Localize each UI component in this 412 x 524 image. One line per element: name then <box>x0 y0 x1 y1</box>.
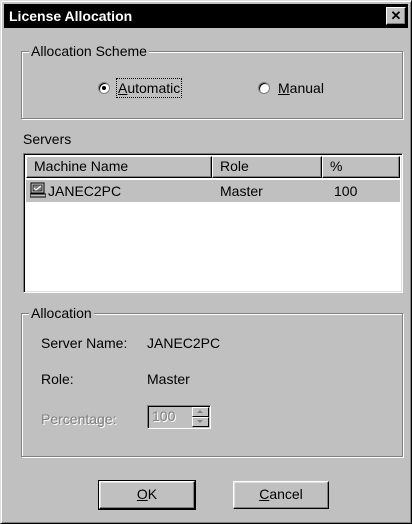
column-header-percent[interactable]: % <box>322 156 400 178</box>
servers-list-header: Machine Name Role % <box>26 156 400 178</box>
allocation-scheme-group: Allocation Scheme Automatic Manual <box>21 43 403 119</box>
allocation-scheme-legend: Allocation Scheme <box>29 43 149 59</box>
role-label: Role: <box>41 371 74 387</box>
radio-manual-label[interactable]: Manual <box>278 80 324 96</box>
table-row[interactable]: JANEC2PC Master 100 <box>26 180 400 202</box>
percentage-spinbox[interactable]: 100 <box>147 405 211 429</box>
radio-automatic-indicator[interactable] <box>98 82 110 94</box>
servers-label: Servers <box>23 131 72 147</box>
ok-button[interactable]: OK <box>98 480 196 510</box>
radio-automatic-label[interactable]: Automatic <box>115 78 183 98</box>
percentage-input[interactable]: 100 <box>152 408 175 424</box>
window-title: License Allocation <box>9 8 133 24</box>
column-header-role[interactable]: Role <box>212 156 322 178</box>
spin-down-button[interactable] <box>192 417 209 427</box>
title-bar[interactable]: License Allocation ✕ <box>4 4 408 28</box>
ok-label-rest: K <box>147 486 158 502</box>
servers-list[interactable]: Machine Name Role % JANEC2PC Master 100 <box>23 153 403 293</box>
server-name-label: Server Name: <box>41 335 128 351</box>
radio-manual-indicator[interactable] <box>258 82 270 94</box>
automatic-mnemonic: A <box>118 80 128 96</box>
close-button[interactable]: ✕ <box>386 7 406 25</box>
license-allocation-dialog: License Allocation ✕ Allocation Scheme A… <box>0 0 412 524</box>
machine-name-cell: JANEC2PC <box>48 183 122 199</box>
cancel-mnemonic: C <box>259 486 270 502</box>
manual-mnemonic: M <box>278 80 290 96</box>
automatic-label-rest: utomatic <box>127 80 181 96</box>
role-cell: Master <box>220 183 263 199</box>
percent-cell: 100 <box>334 183 358 199</box>
spin-up-button[interactable] <box>192 407 209 417</box>
column-header-machine-name[interactable]: Machine Name <box>26 156 212 178</box>
manual-label-rest: anual <box>289 80 324 96</box>
close-icon: ✕ <box>390 8 402 23</box>
cancel-button[interactable]: Cancel <box>233 481 329 509</box>
cancel-label-rest: ancel <box>269 486 303 502</box>
allocation-legend: Allocation <box>29 305 94 321</box>
role-value: Master <box>147 371 190 387</box>
ok-mnemonic: O <box>136 486 148 502</box>
radio-automatic[interactable]: Automatic <box>98 78 183 98</box>
radio-manual[interactable]: Manual <box>258 80 324 96</box>
percentage-label: Percentage: <box>41 411 117 427</box>
server-name-value: JANEC2PC <box>147 335 221 351</box>
computer-icon <box>30 182 46 198</box>
